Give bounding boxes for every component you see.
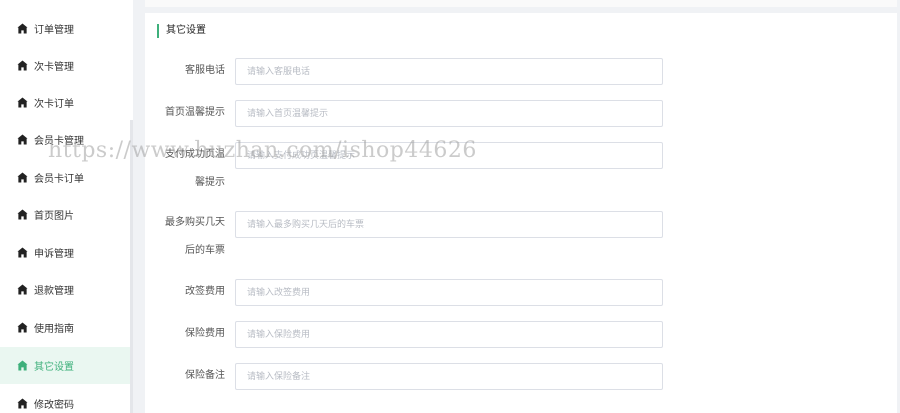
sidebar-item-label: 次卡订单 <box>34 99 74 110</box>
home-icon <box>17 60 28 71</box>
section-title: 其它设置 <box>157 24 206 38</box>
max-days-input[interactable] <box>235 211 663 238</box>
sidebar-item-label: 首页图片 <box>34 211 74 222</box>
home-tip-input[interactable] <box>235 100 663 127</box>
service-phone-input[interactable] <box>235 58 663 85</box>
change-fee-label: 改签费用 <box>185 286 225 297</box>
home-icon <box>17 322 28 333</box>
sidebar-item-membership[interactable]: 会员卡管理 <box>0 121 133 158</box>
sidebar-item-label: 会员卡管理 <box>34 136 84 147</box>
home-icon <box>17 134 28 145</box>
insurance-note-label: 保险备注 <box>185 370 225 381</box>
home-icon <box>17 209 28 220</box>
insurance-note-input[interactable] <box>235 363 663 390</box>
sidebar-item-membership-orders[interactable]: 会员卡订单 <box>0 159 133 196</box>
insurance-fee-input[interactable] <box>235 321 663 348</box>
sidebar-item-label: 其它设置 <box>34 362 74 373</box>
checkout-tip-input[interactable] <box>235 142 663 169</box>
home-icon <box>17 23 28 34</box>
sidebar-item-label: 订单管理 <box>34 25 74 36</box>
sidebar-item-refunds[interactable]: 退款管理 <box>0 271 133 308</box>
home-icon <box>17 247 28 258</box>
sidebar-item-label: 会员卡订单 <box>34 174 84 185</box>
checkout-tip-label-line2: 馨提示 <box>195 177 225 188</box>
max-days-label-line2: 后的车票 <box>185 245 225 256</box>
home-icon <box>17 284 28 295</box>
sidebar-item-orders[interactable]: 订单管理 <box>0 10 133 47</box>
sidebar-item-label: 次卡管理 <box>34 62 74 73</box>
home-icon <box>17 97 28 108</box>
sidebar-item-label: 修改密码 <box>34 400 74 411</box>
sidebar-item-home-images[interactable]: 首页图片 <box>0 196 133 233</box>
max-days-label-line1: 最多购买几天 <box>165 217 225 228</box>
home-icon <box>17 398 28 409</box>
home-tip-label: 首页温馨提示 <box>165 107 225 118</box>
sidebar-item-label: 使用指南 <box>34 324 74 335</box>
checkout-tip-label-line1: 支付成功页温 <box>165 149 225 160</box>
settings-panel: 其它设置 客服电话 首页温馨提示 支付成功页温 馨提示 最多购买几天 后的车票 … <box>145 13 897 413</box>
top-bar <box>145 0 897 7</box>
sidebar-item-label: 申诉管理 <box>34 249 74 260</box>
sidebar-item-label: 退款管理 <box>34 286 74 297</box>
sidebar-item-change-password[interactable]: 修改密码 <box>0 385 133 413</box>
sidebar-item-punch-card-orders[interactable]: 次卡订单 <box>0 84 133 121</box>
home-icon <box>17 172 28 183</box>
sidebar-scrollbar[interactable] <box>130 120 133 413</box>
sidebar-item-other-settings[interactable]: 其它设置 <box>0 347 133 384</box>
home-icon <box>17 360 28 371</box>
change-fee-input[interactable] <box>235 279 663 306</box>
service-phone-label: 客服电话 <box>185 65 225 76</box>
sidebar-item-punch-card[interactable]: 次卡管理 <box>0 47 133 84</box>
sidebar: 订单管理 次卡管理 次卡订单 会员卡管理 会员卡订单 首页图片 申诉管理 退款管… <box>0 0 133 413</box>
sidebar-item-guide[interactable]: 使用指南 <box>0 309 133 346</box>
insurance-fee-label: 保险费用 <box>185 328 225 339</box>
sidebar-item-complaints[interactable]: 申诉管理 <box>0 234 133 271</box>
